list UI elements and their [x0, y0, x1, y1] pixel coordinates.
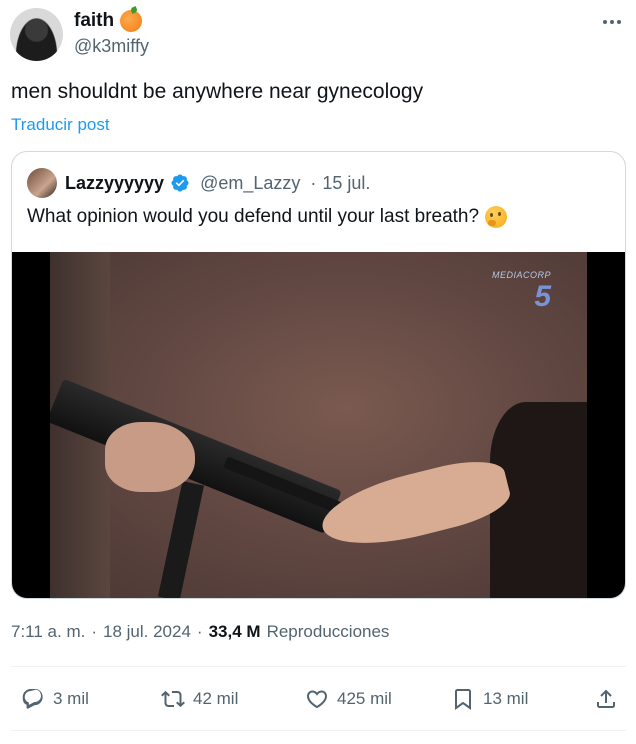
- quoted-author-avatar: [27, 168, 57, 198]
- divider-bottom: [11, 730, 626, 731]
- video-left-hand: [105, 422, 195, 492]
- reply-count: 3 mil: [53, 689, 89, 708]
- channel-number: 5: [534, 280, 551, 313]
- share-button[interactable]: [594, 687, 618, 711]
- repost-button[interactable]: 42 mil: [161, 687, 238, 711]
- bookmark-count: 13 mil: [483, 689, 529, 708]
- post-date[interactable]: 18 jul. 2024: [103, 622, 191, 642]
- tweet-meta: 7:11 a. m. · 18 jul. 2024 · 33,4 M Repro…: [11, 622, 389, 642]
- verified-badge-icon: [171, 174, 189, 192]
- quoted-separator: ·: [310, 172, 317, 193]
- translate-post-link[interactable]: Traducir post: [11, 115, 110, 135]
- quoted-tweet-header: Lazzyyyyyy @em_Lazzy · 15 jul.: [27, 168, 370, 198]
- repost-icon: [161, 690, 185, 708]
- quoted-tweet-text-row: What opinion would you defend until your…: [27, 206, 508, 228]
- channel-name: MEDIACORP: [491, 270, 551, 280]
- meta-separator-1: ·: [91, 622, 98, 641]
- quoted-author-display-name: Lazzyyyyyy: [65, 172, 165, 193]
- orange-emoji-icon: [120, 10, 143, 32]
- reply-button[interactable]: 3 mil: [21, 687, 89, 711]
- heart-icon: [306, 690, 328, 709]
- reply-icon: [22, 689, 43, 709]
- video-frame: MEDIACORP 5: [50, 252, 587, 598]
- video-right-hand: [315, 451, 515, 559]
- action-bar: 3 mil 42 mil 425 mil 13 mil: [11, 680, 626, 718]
- author-avatar[interactable]: [10, 8, 63, 61]
- repost-count: 42 mil: [193, 689, 239, 708]
- tweet-header: faith @k3miffy: [10, 6, 626, 62]
- divider-top: [11, 666, 626, 667]
- bookmark-button[interactable]: 13 mil: [451, 687, 528, 711]
- post-time[interactable]: 7:11 a. m.: [11, 622, 85, 642]
- author-handle[interactable]: @k3miffy: [74, 36, 149, 57]
- author-name-row: faith: [74, 10, 143, 32]
- quoted-video-player[interactable]: MEDIACORP 5: [12, 252, 625, 598]
- quoted-author-handle: @em_Lazzy: [200, 172, 301, 193]
- thinking-face-emoji-icon: [485, 206, 508, 228]
- quoted-tweet-card[interactable]: Lazzyyyyyy @em_Lazzy · 15 jul. What opin…: [11, 151, 626, 599]
- bookmark-icon: [455, 689, 471, 710]
- views-count: 33,4 M: [208, 622, 261, 641]
- tweet-text: men shouldnt be anywhere near gynecology: [11, 80, 424, 103]
- meta-separator-2: ·: [196, 622, 203, 641]
- like-count: 425 mil: [337, 689, 392, 708]
- quoted-tweet-text: What opinion would you defend until your…: [27, 206, 480, 227]
- like-button[interactable]: 425 mil: [305, 687, 392, 711]
- share-icon: [597, 689, 615, 708]
- author-display-name[interactable]: faith: [74, 10, 114, 32]
- quoted-date: 15 jul.: [322, 172, 371, 193]
- channel-logo: MEDIACORP 5: [492, 270, 551, 312]
- more-options-icon[interactable]: [598, 12, 626, 32]
- video-gun-grip: [157, 481, 205, 598]
- views-label: Reproducciones: [266, 622, 390, 641]
